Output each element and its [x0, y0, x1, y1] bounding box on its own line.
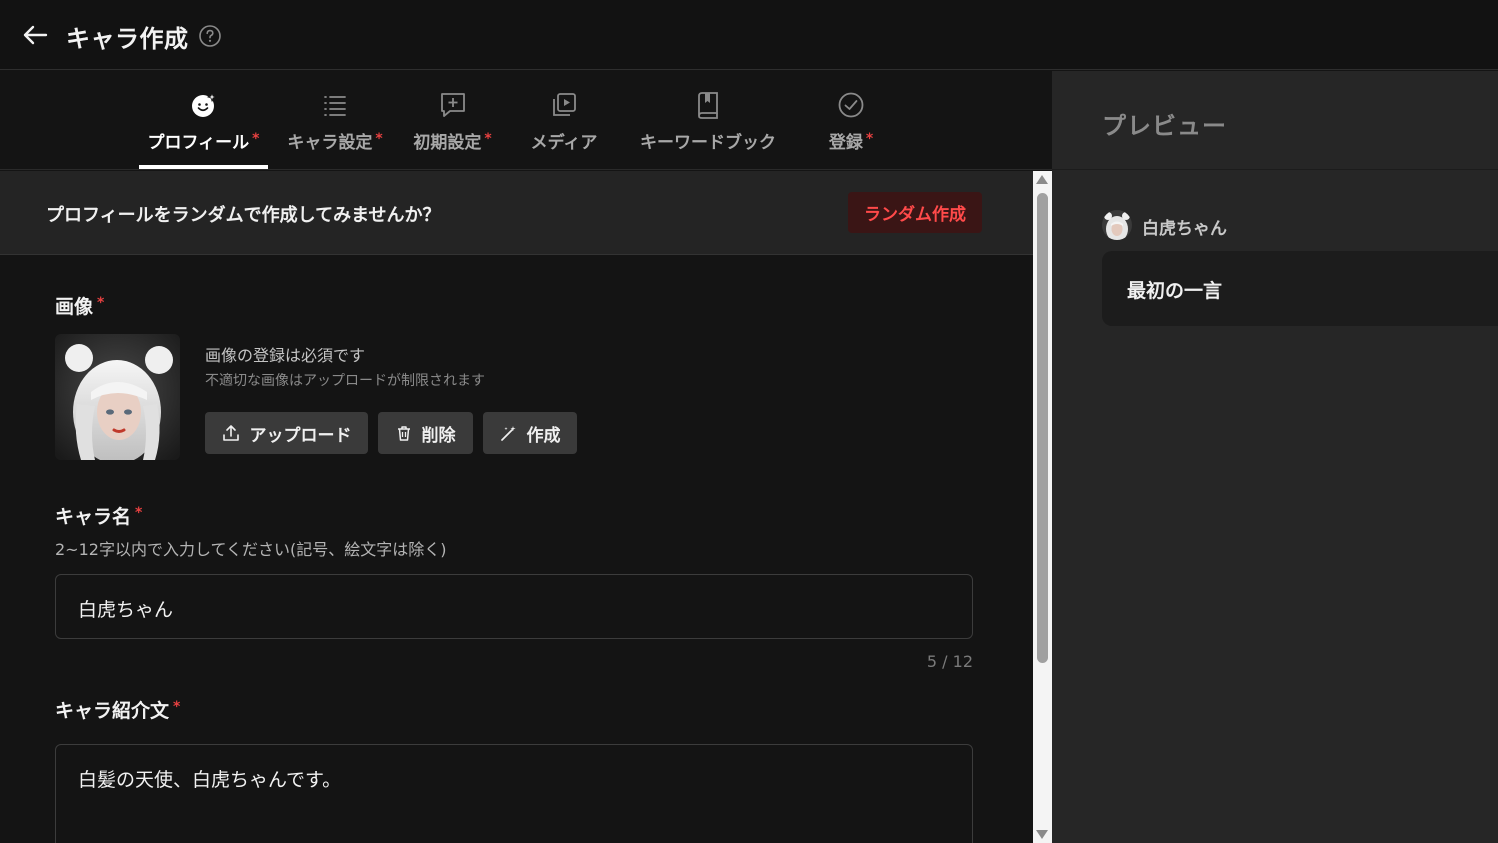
tab-label: メディア [530, 133, 598, 153]
tab-register[interactable]: 登録 * [815, 71, 887, 170]
image-required-note: 画像の登録は必須です [205, 346, 366, 365]
step-tabs: プロフィール * キャラ設定 * 初期設定 * メディア キーワードブック 登録… [0, 71, 1052, 170]
character-intro-value: 白髪の天使、白虎ちゃんです。 [78, 769, 342, 791]
generate-image-button[interactable]: 作成 [483, 412, 577, 454]
required-mark: * [375, 131, 383, 147]
required-mark: * [135, 505, 143, 521]
character-intro-label: キャラ紹介文 * [55, 696, 180, 723]
preview-character-name: 白虎ちゃん [1142, 219, 1227, 239]
tab-character-settings[interactable]: キャラ設定 * [280, 71, 390, 170]
character-intro-label-text: キャラ紹介文 [55, 700, 170, 722]
character-avatar [55, 334, 180, 460]
character-name-hint: 2~12字以内で入力してください(記号、絵文字は除く) [55, 540, 447, 559]
tab-media[interactable]: メディア [520, 71, 608, 170]
trash-icon [397, 426, 410, 441]
check-circle-icon [838, 92, 864, 118]
tab-profile[interactable]: プロフィール * [139, 71, 268, 170]
scrollbar-thumb[interactable] [1037, 193, 1048, 663]
upload-button-label: アップロード [249, 425, 352, 446]
upload-button[interactable]: アップロード [205, 412, 368, 454]
image-label-text: 画像 [55, 296, 94, 318]
image-restriction-note: 不適切な画像はアップロードが制限されます [205, 373, 485, 389]
tab-label: プロフィール [147, 133, 250, 153]
editor-pane: プロフィール * キャラ設定 * 初期設定 * メディア キーワードブック 登録… [0, 71, 1052, 843]
character-name-label: キャラ名 * [55, 502, 142, 529]
media-play-icon [553, 93, 576, 116]
top-bar: キャラ作成 [0, 0, 1498, 70]
character-name-label-text: キャラ名 [55, 506, 132, 528]
character-name-input[interactable]: 白虎ちゃん [55, 574, 973, 639]
tab-label: 初期設定 [413, 133, 482, 153]
character-intro-textarea[interactable]: 白髪の天使、白虎ちゃんです。 [55, 744, 973, 843]
arrow-left-icon [23, 25, 48, 45]
book-icon [698, 92, 718, 119]
banner-text: プロフィールをランダムで作成してみませんか？ [46, 205, 441, 226]
tab-label: キーワードブック [640, 133, 776, 153]
required-mark: * [173, 699, 181, 715]
tab-keyword-book[interactable]: キーワードブック [630, 71, 786, 170]
scroll-up-arrow-icon[interactable] [1036, 175, 1048, 184]
help-icon[interactable] [198, 24, 222, 48]
preview-header: プレビュー [1052, 71, 1498, 170]
chat-plus-icon [440, 93, 465, 117]
character-name-value: 白虎ちゃん [78, 599, 174, 621]
scroll-down-arrow-icon[interactable] [1036, 830, 1048, 839]
random-create-button[interactable]: ランダム作成 [848, 192, 982, 233]
preview-title: プレビュー [1102, 112, 1227, 140]
required-mark: * [865, 131, 874, 147]
upload-icon [222, 425, 239, 441]
random-banner: プロフィールをランダムで作成してみませんか？ ランダム作成 [0, 171, 1033, 255]
magic-wand-icon [500, 425, 516, 441]
required-mark: * [252, 131, 260, 147]
tab-label: キャラ設定 [287, 133, 373, 153]
delete-button[interactable]: 削除 [378, 412, 473, 454]
form-scrollbar[interactable] [1033, 171, 1052, 843]
list-icon [324, 96, 346, 116]
tab-label: 登録 [828, 133, 863, 153]
character-name-counter: 5 / 12 [926, 652, 973, 671]
preview-pane: プレビュー 白虎ちゃん 最初の一言 [1052, 71, 1498, 843]
required-mark: * [484, 131, 492, 147]
required-mark: * [97, 295, 105, 311]
preview-first-message: 最初の一言 [1127, 280, 1223, 302]
active-tab-indicator [139, 165, 268, 169]
preview-message-bubble: 最初の一言 [1102, 251, 1498, 326]
form-scroll-area: プロフィールをランダムで作成してみませんか？ ランダム作成 画像 * 画像の登録… [0, 171, 1033, 843]
delete-button-label: 削除 [421, 425, 456, 446]
smiley-sparkle-icon [191, 91, 217, 117]
page-title: キャラ作成 [66, 25, 189, 53]
tab-initial-settings[interactable]: 初期設定 * [405, 71, 500, 170]
back-button[interactable] [18, 20, 52, 50]
image-label: 画像 * [55, 292, 104, 319]
generate-button-label: 作成 [526, 425, 561, 446]
preview-avatar [1102, 210, 1132, 240]
